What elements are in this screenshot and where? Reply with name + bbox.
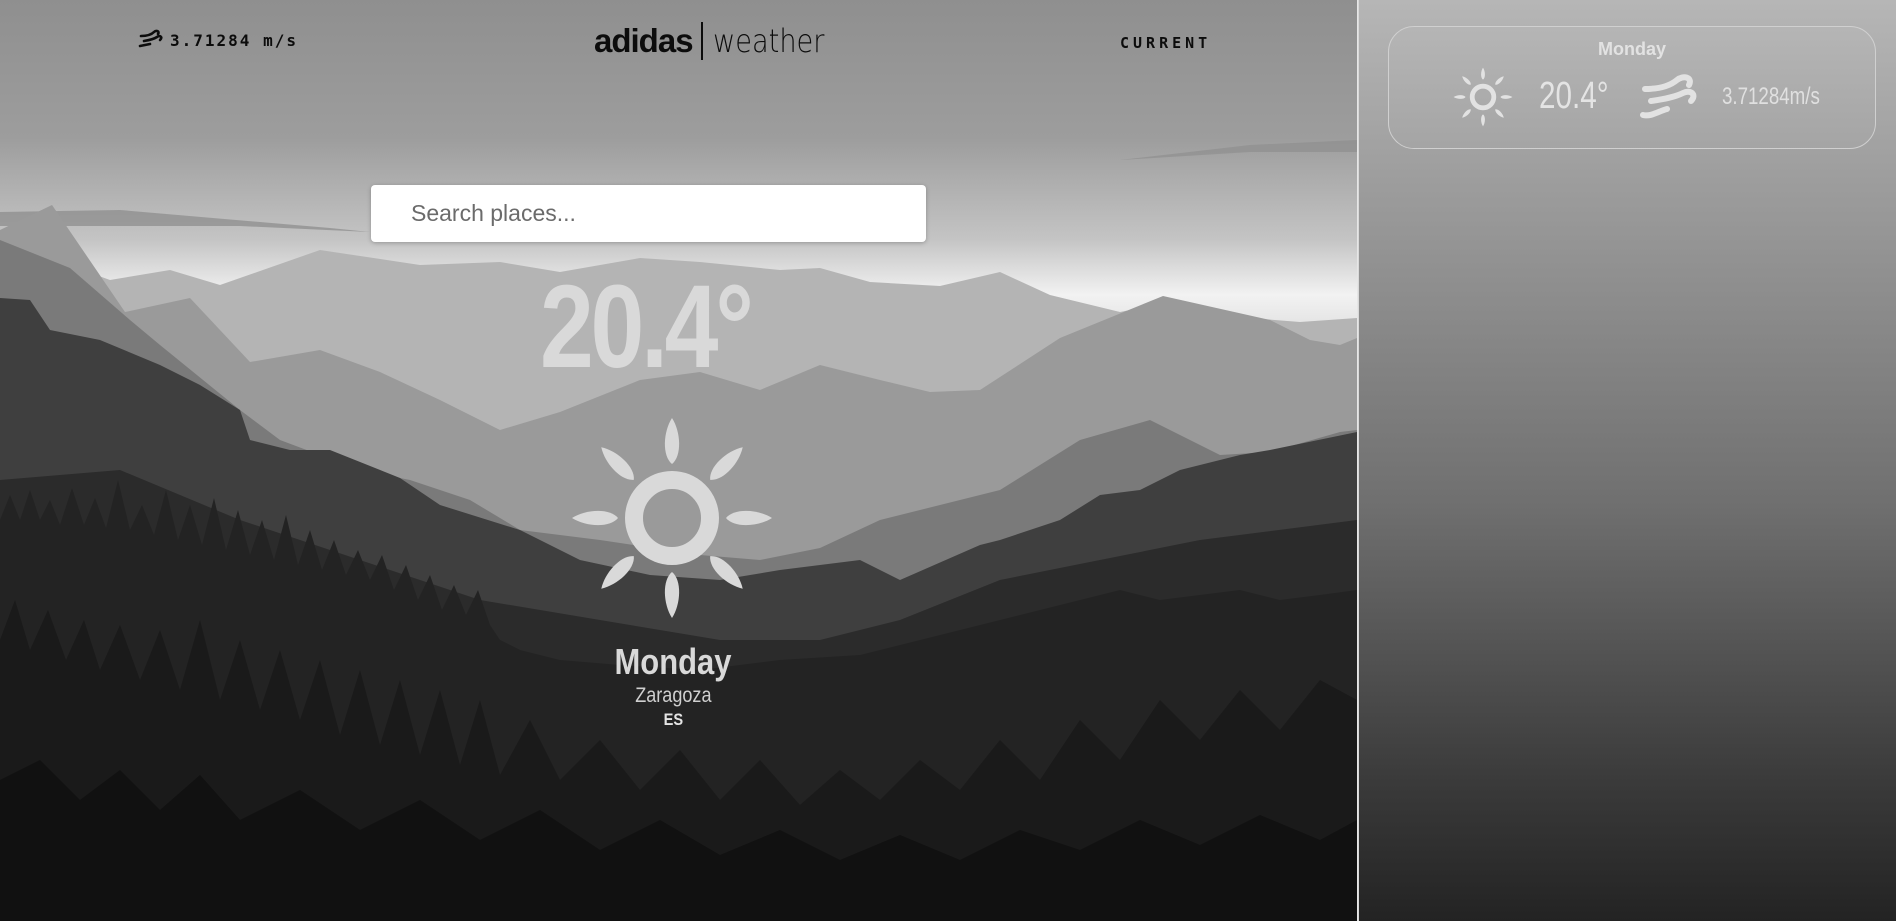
forecast-card-day: Monday <box>1597 39 1666 59</box>
wind-icon <box>1640 74 1697 119</box>
forecast-card-wind-speed: 3.71284m/s <box>1722 83 1820 110</box>
current-day: Monday <box>614 641 732 682</box>
main-panel: 3.71284 m/s adidas weather CURRENT 20.4° <box>0 0 1357 921</box>
search-box <box>371 185 926 242</box>
header-wind-speed: 3.71284 m/s <box>170 31 298 50</box>
brand-sub-text: weather <box>712 22 825 60</box>
brand-main-text: adidas <box>594 22 694 59</box>
app-root: 3.71284 m/s adidas weather CURRENT 20.4° <box>0 0 1896 921</box>
brand-logo[interactable]: adidas weather <box>594 22 844 60</box>
current-city: Zaragoza <box>634 684 712 707</box>
current-temperature: 20.4° <box>540 261 754 393</box>
current-country: ES <box>663 710 683 729</box>
forecast-card[interactable]: Monday 20.4° 3.71284m/s <box>1388 26 1876 149</box>
wind-icon <box>138 29 163 48</box>
sun-icon <box>1453 67 1513 127</box>
sun-icon <box>572 418 772 618</box>
forecast-card-temperature: 20.4° <box>1539 75 1609 117</box>
header-wind-readout: 3.71284 m/s <box>138 28 298 50</box>
nav-current-link[interactable]: CURRENT <box>1120 34 1211 52</box>
brand-separator <box>700 22 703 60</box>
search-input[interactable] <box>371 185 926 242</box>
